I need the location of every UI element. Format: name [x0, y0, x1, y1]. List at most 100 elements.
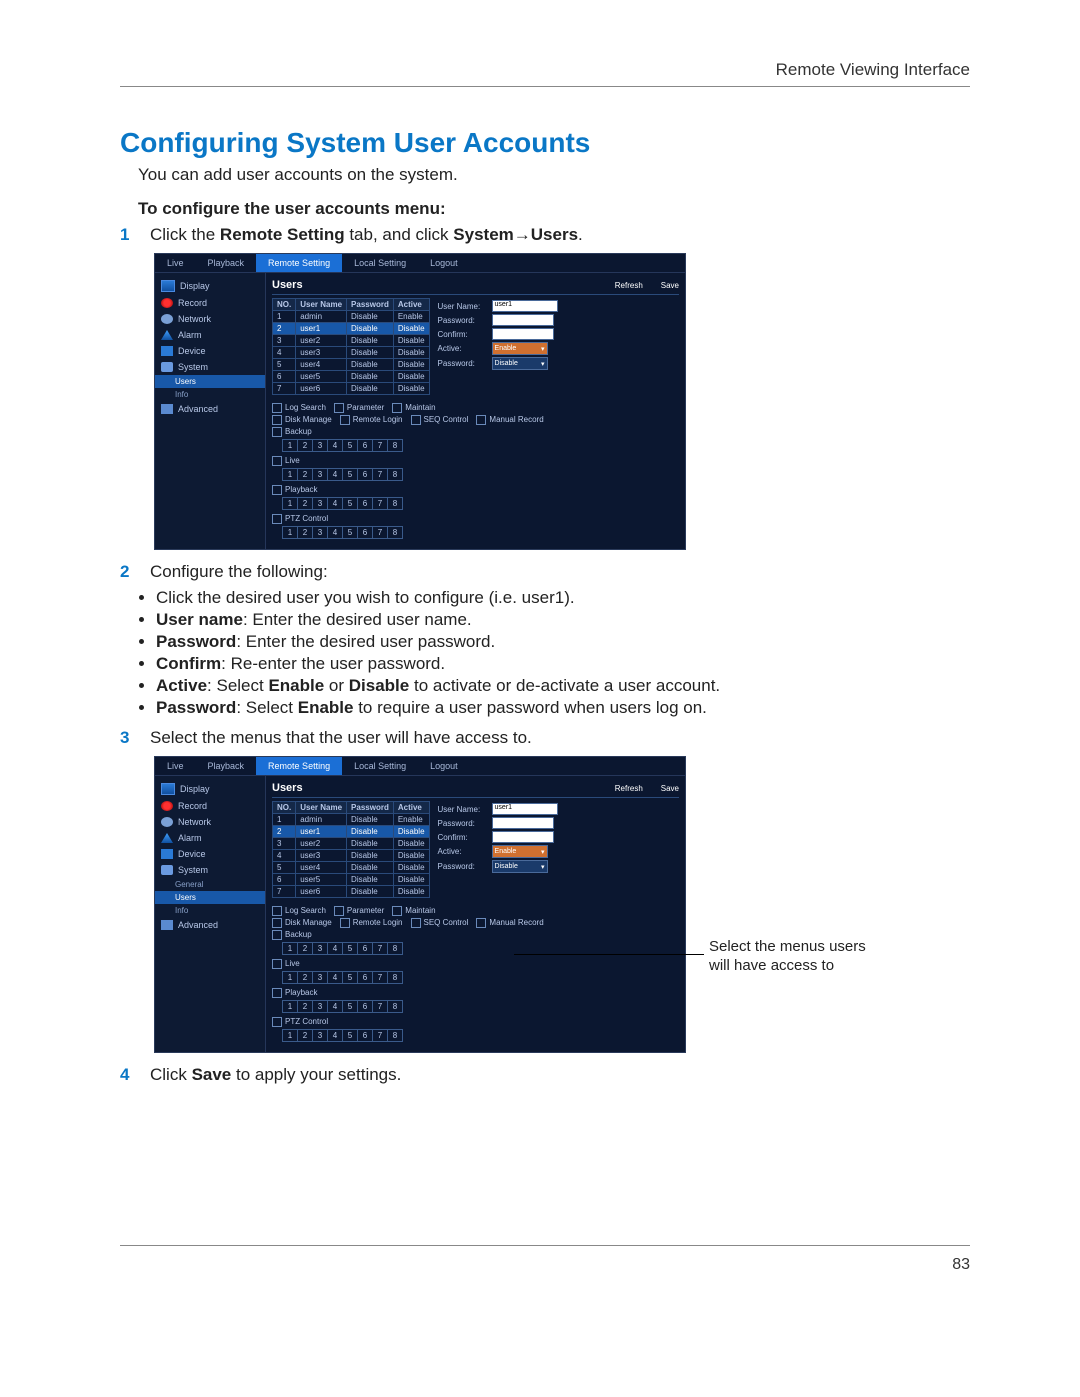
checkbox[interactable]	[272, 427, 282, 437]
user-row[interactable]: 4user3DisableDisable	[273, 347, 430, 359]
sidebar-item-network[interactable]: Network	[155, 311, 265, 327]
checkbox[interactable]	[340, 415, 350, 425]
tab-live[interactable]: Live	[155, 757, 196, 775]
tab-remote-setting[interactable]: Remote Setting	[256, 254, 342, 272]
step-2: 2 Configure the following:	[120, 562, 970, 582]
sidebar-item-display[interactable]: Display	[155, 277, 265, 295]
system-icon	[161, 865, 173, 875]
user-row[interactable]: 7user6DisableDisable	[273, 383, 430, 395]
tab-local-setting[interactable]: Local Setting	[342, 254, 418, 272]
user-row[interactable]: 1adminDisableEnable	[273, 814, 430, 826]
user-row[interactable]: 3user2DisableDisable	[273, 335, 430, 347]
sidebar-sub-info[interactable]: Info	[155, 388, 265, 401]
tab-remote-setting[interactable]: Remote Setting	[256, 757, 342, 775]
checkbox[interactable]	[272, 415, 282, 425]
active-select[interactable]: Enable▾	[492, 342, 548, 355]
tab-playback[interactable]: Playback	[196, 757, 257, 775]
checkbox[interactable]	[272, 485, 282, 495]
save-button[interactable]: Save	[661, 281, 679, 290]
sidebar-item-record[interactable]: Record	[155, 295, 265, 311]
checkbox[interactable]	[272, 906, 282, 916]
tab-bar: LivePlaybackRemote SettingLocal SettingL…	[155, 757, 685, 776]
checkbox[interactable]	[411, 918, 421, 928]
checkbox[interactable]	[272, 403, 282, 413]
username-input[interactable]: user1	[492, 803, 558, 815]
checkbox[interactable]	[334, 403, 344, 413]
sidebar-sub-info[interactable]: Info	[155, 904, 265, 917]
password-input[interactable]	[492, 314, 554, 326]
checkbox[interactable]	[476, 918, 486, 928]
sidebar-item-alarm[interactable]: Alarm	[155, 830, 265, 846]
tab-local-setting[interactable]: Local Setting	[342, 757, 418, 775]
channel-row[interactable]: 12345678	[282, 497, 403, 510]
checkbox[interactable]	[272, 988, 282, 998]
channel-row[interactable]: 12345678	[282, 526, 403, 539]
channel-row[interactable]: 12345678	[282, 971, 403, 984]
bullet-list: Click the desired user you wish to confi…	[138, 588, 970, 718]
user-row[interactable]: 1adminDisableEnable	[273, 311, 430, 323]
tab-live[interactable]: Live	[155, 254, 196, 272]
channel-row[interactable]: 12345678	[282, 439, 403, 452]
sidebar-item-advanced[interactable]: Advanced	[155, 917, 265, 933]
sidebar-item-advanced[interactable]: Advanced	[155, 401, 265, 417]
sidebar-item-device[interactable]: Device	[155, 846, 265, 862]
checkbox[interactable]	[392, 403, 402, 413]
sidebar-item-alarm[interactable]: Alarm	[155, 327, 265, 343]
advanced-icon	[161, 920, 173, 930]
sidebar-item-display[interactable]: Display	[155, 780, 265, 798]
sidebar-sub-users[interactable]: Users	[155, 375, 265, 388]
sidebar-item-device[interactable]: Device	[155, 343, 265, 359]
alarm-icon	[161, 833, 173, 843]
password-enable-select[interactable]: Disable▾	[492, 357, 548, 370]
user-row[interactable]: 7user6DisableDisable	[273, 886, 430, 898]
sidebar-item-network[interactable]: Network	[155, 814, 265, 830]
confirm-input[interactable]	[492, 328, 554, 340]
user-row[interactable]: 6user5DisableDisable	[273, 371, 430, 383]
channel-row[interactable]: 12345678	[282, 1000, 403, 1013]
channel-row[interactable]: 12345678	[282, 468, 403, 481]
checkbox[interactable]	[272, 1017, 282, 1027]
user-row[interactable]: 2user1DisableDisable	[273, 323, 430, 335]
bullet: Password: Enter the desired user passwor…	[156, 632, 970, 652]
tab-logout[interactable]: Logout	[418, 757, 470, 775]
checkbox[interactable]	[272, 456, 282, 466]
sidebar-item-system[interactable]: System	[155, 862, 265, 878]
channel-row[interactable]: 12345678	[282, 1029, 403, 1042]
refresh-button[interactable]: Refresh	[615, 281, 643, 290]
checkbox[interactable]	[334, 906, 344, 916]
refresh-button[interactable]: Refresh	[615, 784, 643, 793]
user-row[interactable]: 6user5DisableDisable	[273, 874, 430, 886]
alarm-icon	[161, 330, 173, 340]
sidebar-sub-users[interactable]: Users	[155, 891, 265, 904]
username-input[interactable]: user1	[492, 300, 558, 312]
channel-row[interactable]: 12345678	[282, 942, 403, 955]
user-row[interactable]: 5user4DisableDisable	[273, 862, 430, 874]
user-row[interactable]: 3user2DisableDisable	[273, 838, 430, 850]
tab-logout[interactable]: Logout	[418, 254, 470, 272]
user-row[interactable]: 5user4DisableDisable	[273, 359, 430, 371]
checkbox[interactable]	[392, 906, 402, 916]
sidebar-item-record[interactable]: Record	[155, 798, 265, 814]
checkbox[interactable]	[272, 959, 282, 969]
confirm-input[interactable]	[492, 831, 554, 843]
password-enable-select[interactable]: Disable▾	[492, 860, 548, 873]
password-input[interactable]	[492, 817, 554, 829]
user-row[interactable]: 2user1DisableDisable	[273, 826, 430, 838]
checkbox[interactable]	[340, 918, 350, 928]
checkbox[interactable]	[272, 930, 282, 940]
checkbox[interactable]	[272, 514, 282, 524]
active-select[interactable]: Enable▾	[492, 845, 548, 858]
sidebar-item-system[interactable]: System	[155, 359, 265, 375]
save-button[interactable]: Save	[661, 784, 679, 793]
checkbox[interactable]	[476, 415, 486, 425]
bullet: Password: Select Enable to require a use…	[156, 698, 970, 718]
checkbox[interactable]	[411, 415, 421, 425]
sidebar-sub-general[interactable]: General	[155, 878, 265, 891]
user-row[interactable]: 4user3DisableDisable	[273, 850, 430, 862]
tab-playback[interactable]: Playback	[196, 254, 257, 272]
checkbox[interactable]	[272, 918, 282, 928]
footer-rule	[120, 1245, 970, 1246]
header-rule	[120, 86, 970, 87]
panel-title: Users	[272, 279, 303, 291]
chevron-down-icon: ▾	[541, 848, 545, 856]
